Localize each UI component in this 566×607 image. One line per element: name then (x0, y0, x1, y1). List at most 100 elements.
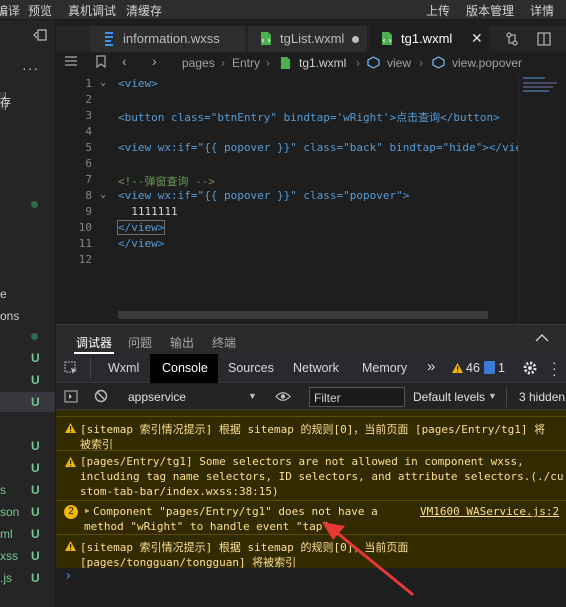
console-filter-bar: appservice ▼ Filter Default levels ▼ 3 h… (56, 384, 566, 410)
modified-dot-icon (31, 333, 38, 340)
compile-button[interactable]: 编译 (0, 2, 20, 19)
explorer-item[interactable]: U (0, 370, 55, 390)
breadcrumb: ‹ › pages › Entry › tg1.wxml › view › vi… (56, 52, 566, 74)
explorer-item-selected[interactable]: U (0, 392, 55, 412)
inspect-icon[interactable] (64, 361, 79, 379)
console-output[interactable]: [sitemap 索引情况提示] 根据 sitemap 的规则[0]，当前页面 … (56, 410, 566, 607)
split-editor-icon[interactable] (537, 32, 551, 49)
more-tabs-button[interactable]: » (427, 358, 435, 375)
explorer-item[interactable]: ml U (0, 524, 55, 544)
css-file-icon (103, 31, 115, 46)
chevron-down-icon[interactable]: ▼ (248, 391, 257, 401)
real-device-debug-button[interactable]: 真机调试 (68, 2, 116, 19)
context-select[interactable]: appservice (128, 390, 186, 404)
tab-wxml[interactable]: Wxml (108, 361, 139, 375)
line-number: 2 (85, 93, 92, 106)
warning-count-icon (451, 362, 464, 377)
tab-debugger[interactable]: 调试器 (76, 334, 112, 351)
code-editor[interactable]: 1 2 3 4 5 6 7 8 9 10 11 12 ⌄ ⌄ <view> <b… (56, 74, 535, 324)
unsaved-dot-icon[interactable] (352, 36, 359, 43)
horizontal-scrollbar[interactable] (118, 311, 488, 319)
explorer-item[interactable]: son U (0, 502, 55, 522)
line-number: 8 (85, 189, 92, 202)
tab-tglist-wxml[interactable]: tgList.wxml (248, 26, 368, 52)
explorer-item[interactable]: sU (0, 480, 55, 500)
console-prompt[interactable]: › (64, 568, 72, 584)
tab-sources[interactable]: Sources (228, 361, 274, 375)
wxml-file-icon (381, 31, 393, 46)
more-options-icon[interactable]: · · · (552, 355, 557, 381)
hidden-count[interactable]: 3 hidden (519, 390, 565, 404)
back-icon[interactable]: ‹ (122, 53, 127, 69)
tab-information-wxss[interactable]: information.wxss (90, 26, 247, 52)
log-levels-select[interactable]: Default levels (413, 390, 485, 404)
minimap[interactable] (518, 74, 566, 324)
console-warning-component[interactable]: 2 ▶ Component "pages/Entry/tg1" does not… (56, 500, 566, 534)
collapse-sidebar-icon[interactable] (33, 29, 47, 41)
tab-network[interactable]: Network (293, 361, 339, 375)
modified-dot-icon (31, 201, 38, 208)
error-count[interactable]: 1 (498, 361, 505, 375)
chevron-down-icon[interactable]: ▼ (488, 391, 497, 401)
tab-problems[interactable]: 问题 (128, 334, 152, 351)
line-number: 10 (78, 221, 92, 234)
chevron-right-icon: › (221, 56, 225, 70)
wxml-file-icon (260, 31, 272, 46)
code-line-matched-tag: </view> (116, 220, 166, 235)
breadcrumb-item[interactable]: view.popover (452, 56, 522, 70)
fold-chevron-icon[interactable]: ⌄ (100, 189, 106, 200)
fold-chevron-icon[interactable]: ⌄ (100, 77, 106, 88)
preview-button[interactable]: 预览 (28, 2, 52, 19)
tab-memory[interactable]: Memory (362, 361, 407, 375)
tab-console[interactable]: Console (162, 361, 208, 375)
explorer-item[interactable]: xss U (0, 546, 55, 566)
line-number: 5 (85, 141, 92, 154)
more-icon[interactable]: ··· (22, 60, 39, 76)
explorer-item[interactable]: U (0, 458, 55, 478)
console-warning[interactable]: [sitemap 索引情况提示] 根据 sitemap 的规则[0]，当前页面 … (56, 416, 566, 451)
tab-tg1-wxml[interactable]: tg1.wxml ✕ (369, 26, 489, 52)
warning-count[interactable]: 46 (466, 361, 480, 375)
upload-button[interactable]: 上传 (426, 2, 450, 19)
clear-console-icon[interactable] (94, 389, 108, 406)
close-tab-icon[interactable]: ✕ (471, 30, 483, 47)
element-icon (432, 56, 445, 72)
console-warning[interactable]: [pages/Entry/tg1] Some selectors are not… (56, 450, 566, 500)
settings-gear-icon[interactable] (522, 360, 538, 379)
chevron-up-icon[interactable] (535, 332, 549, 346)
code-comment: <!--弹窗查询 --> (118, 175, 215, 188)
toggle-sidebar-icon[interactable] (64, 390, 78, 406)
breadcrumb-item[interactable]: view (387, 56, 411, 70)
list-icon[interactable] (64, 55, 78, 70)
forward-icon[interactable]: › (152, 53, 157, 69)
error-count-icon (484, 361, 495, 374)
tab-output[interactable]: 输出 (170, 334, 194, 351)
explorer-item[interactable]: U (0, 436, 55, 456)
top-toolbar: 编译 预览 真机调试 清缓存 上传 版本管理 详情 (0, 0, 566, 20)
explorer-item[interactable]: .js U (0, 568, 55, 588)
console-warning[interactable]: [sitemap 索引情况提示] 根据 sitemap 的规则[0]，当前页面 … (56, 534, 566, 569)
tab-terminal[interactable]: 终端 (212, 334, 236, 351)
breadcrumb-item[interactable]: pages (182, 56, 215, 70)
version-management-button[interactable]: 版本管理 (466, 2, 514, 19)
details-button[interactable]: 详情 (530, 2, 554, 19)
code-line: <view wx:if="{{ popover }}" class="back"… (118, 141, 536, 154)
warning-icon (64, 422, 77, 434)
explorer-item[interactable]: U (0, 348, 55, 368)
clear-cache-button[interactable]: 清缓存 (126, 2, 162, 19)
breadcrumb-item[interactable]: tg1.wxml (299, 56, 346, 70)
filter-input[interactable]: Filter (309, 387, 405, 407)
expand-triangle-icon[interactable]: ▶ (85, 506, 90, 515)
explorer-item[interactable]: e (0, 284, 55, 304)
chevron-right-icon: › (266, 56, 270, 70)
explorer-item[interactable]: ons (0, 306, 55, 326)
line-number: 3 (85, 109, 92, 122)
compare-icon[interactable] (505, 32, 519, 49)
source-link[interactable]: VM1600 WAService.js:2 (420, 505, 559, 518)
breadcrumb-item[interactable]: Entry (232, 56, 260, 70)
code-line: <view wx:if="{{ popover }}" class="popov… (118, 189, 410, 202)
eye-icon[interactable] (275, 391, 291, 405)
chevron-right-icon: › (419, 56, 423, 70)
bookmark-icon[interactable] (96, 55, 106, 71)
code-line: <button class="btnEntry" bindtap='wRight… (118, 111, 500, 124)
